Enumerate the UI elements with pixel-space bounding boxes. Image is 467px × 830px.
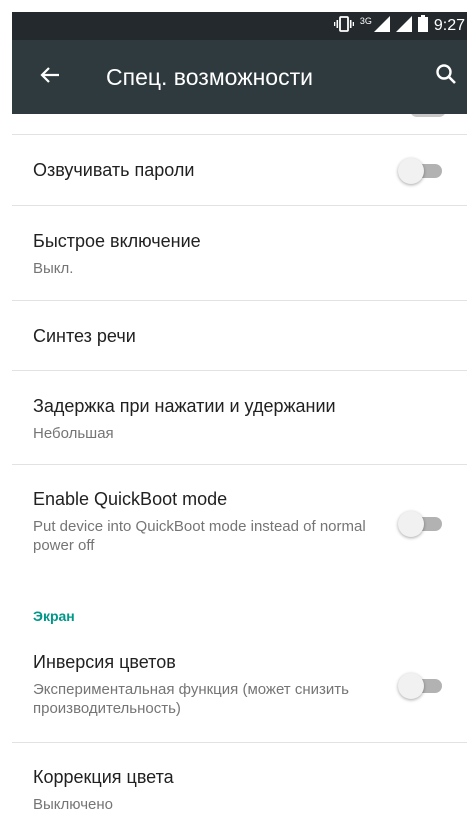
list-item-speak-passwords[interactable]: Озвучивать пароли xyxy=(12,135,467,205)
item-title: Enable QuickBoot mode xyxy=(33,489,228,509)
quickboot-switch[interactable] xyxy=(398,510,444,537)
switch-track xyxy=(410,114,446,117)
list-item-color-correction[interactable]: Коррекция цвета Выключено xyxy=(12,743,467,830)
settings-list: Озвучивать пароли Быстрое включение Выкл… xyxy=(12,114,467,830)
search-button[interactable] xyxy=(430,60,462,92)
screen: 3G 9:27 Спец. возможности Озвучивать пар… xyxy=(0,0,467,830)
list-item-color-inversion[interactable]: Инверсия цветов Экспериментальная функци… xyxy=(12,634,467,742)
app-toolbar: Спец. возможности xyxy=(12,40,467,114)
item-title: Коррекция цвета xyxy=(33,767,174,787)
back-button[interactable] xyxy=(34,61,66,93)
signal-3g-icon xyxy=(373,15,390,37)
partial-switch[interactable] xyxy=(410,114,448,122)
item-subtitle: Небольшая xyxy=(33,425,114,442)
item-subtitle: Экспериментальная функция (может снизить… xyxy=(33,681,349,717)
status-bar: 3G 9:27 xyxy=(12,12,467,40)
item-title: Синтез речи xyxy=(33,326,136,346)
item-title: Инверсия цветов xyxy=(33,652,176,672)
item-title: Задержка при нажатии и удержании xyxy=(33,396,336,416)
network-type-label: 3G xyxy=(359,16,372,26)
status-icons: 3G 9:27 xyxy=(333,12,467,40)
list-item-tts[interactable]: Синтез речи xyxy=(12,301,467,370)
arrow-back-icon xyxy=(39,64,61,91)
switch-thumb xyxy=(398,511,424,537)
list-item-quick-boot[interactable]: Быстрое включение Выкл. xyxy=(12,206,467,300)
item-subtitle: Выкл. xyxy=(33,260,74,277)
color-inversion-switch[interactable] xyxy=(398,672,444,699)
list-item-touch-delay[interactable]: Задержка при нажатии и удержании Небольш… xyxy=(12,371,467,465)
battery-icon xyxy=(417,15,428,37)
switch-thumb xyxy=(398,673,424,699)
search-icon xyxy=(434,62,458,91)
signal-icon xyxy=(395,15,412,37)
page-title: Спец. возможности xyxy=(106,64,313,90)
screen-edge xyxy=(0,0,12,830)
item-title: Быстрое включение xyxy=(33,231,201,251)
vibrate-icon xyxy=(333,15,354,37)
list-item-quickboot-mode[interactable]: Enable QuickBoot mode Put device into Qu… xyxy=(12,465,467,585)
item-subtitle: Выключено xyxy=(33,796,113,813)
section-header-screen: Экран xyxy=(33,608,75,624)
item-title: Озвучивать пароли xyxy=(33,160,195,180)
status-time: 9:27 xyxy=(433,17,465,34)
item-subtitle: Put device into QuickBoot mode instead o… xyxy=(33,518,366,554)
speak-passwords-switch[interactable] xyxy=(398,157,444,184)
switch-thumb xyxy=(398,158,424,184)
